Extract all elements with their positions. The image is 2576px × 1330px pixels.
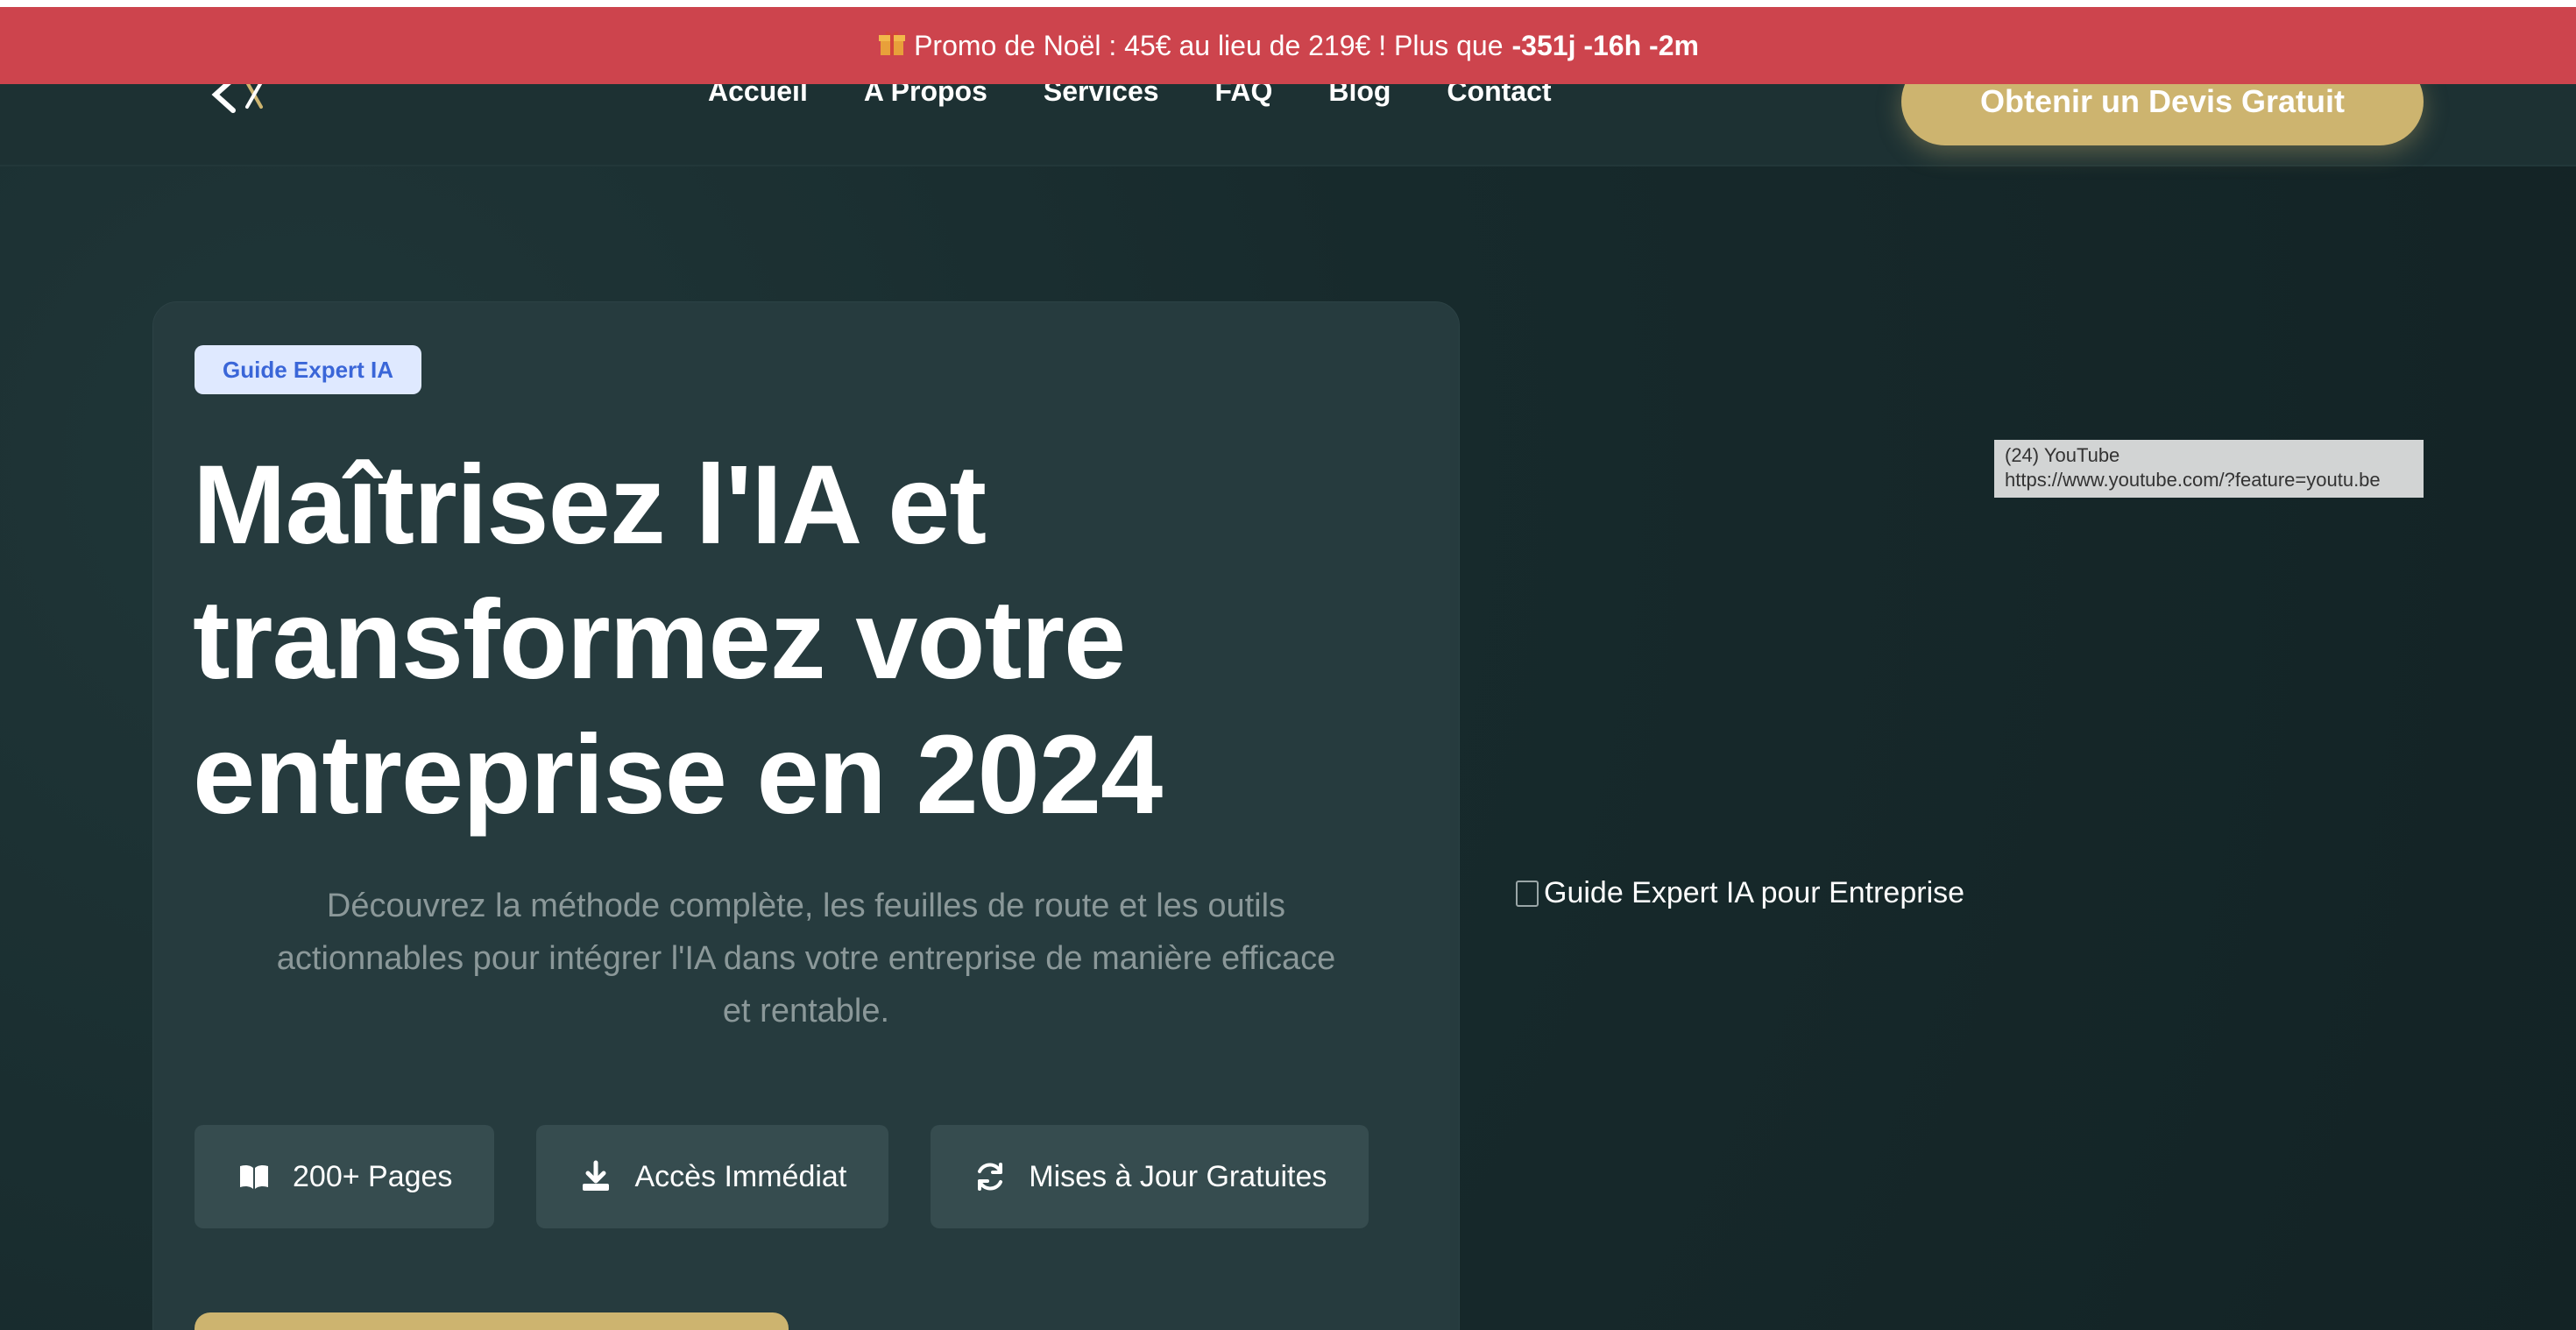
hero-title-line: Maîtrisez l'IA et	[193, 442, 987, 568]
gift-icon	[877, 27, 907, 64]
hero-cta-button[interactable]	[195, 1312, 789, 1330]
guide-badge: Guide Expert IA	[195, 345, 422, 394]
feature-access: Accès Immédiat	[536, 1125, 889, 1228]
feature-pages: 200+ Pages	[195, 1125, 495, 1228]
promo-countdown: -351j -16h -2m	[1511, 29, 1699, 61]
promo-banner: Promo de Noël : 45€ au lieu de 219€ ! Pl…	[0, 7, 2576, 84]
feature-updates: Mises à Jour Gratuites	[931, 1125, 1369, 1228]
book-open-icon	[240, 1164, 268, 1189]
hero-title: Maîtrisez l'IA et transformez votre entr…	[193, 438, 1419, 843]
promo-text: Promo de Noël : 45€ au lieu de 219€ ! Pl…	[914, 29, 1504, 61]
hero-description: Découvrez la méthode complète, les feuil…	[276, 888, 1336, 1029]
tooltip-url: https://www.youtube.com/?feature=youtu.b…	[2005, 469, 2381, 491]
hero-title-line: entreprise en 2024	[193, 712, 1163, 838]
feature-label: 200+ Pages	[293, 1159, 453, 1193]
broken-image-icon	[1516, 880, 1539, 907]
feature-label: Mises à Jour Gratuites	[1029, 1159, 1327, 1193]
feature-list: 200+ Pages Accès Immédiat Mises à Jour G…	[195, 1125, 1369, 1228]
top-divider	[0, 0, 2576, 7]
refresh-icon	[978, 1163, 1003, 1191]
hero-image: Guide Expert IA pour Entreprise	[1516, 876, 1964, 910]
feature-label: Accès Immédiat	[634, 1159, 847, 1193]
hero-title-line: transformez votre	[193, 577, 1126, 703]
page: Accueil A Propos Services FAQ Blog Conta…	[0, 0, 2576, 1330]
download-icon	[583, 1160, 610, 1191]
link-tooltip: (24) YouTube https://www.youtube.com/?fe…	[1994, 440, 2424, 498]
tooltip-title: (24) YouTube	[2005, 444, 2120, 466]
hero-image-alt: Guide Expert IA pour Entreprise	[1544, 876, 1965, 909]
